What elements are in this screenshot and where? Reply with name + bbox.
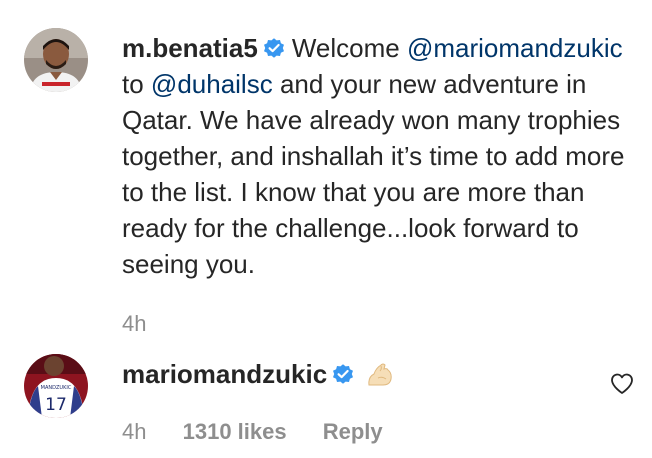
username[interactable]: mariomandzukic (122, 359, 327, 389)
profile-photo-icon: MANDZUKIC 17 (24, 354, 88, 418)
timestamp[interactable]: 4h (122, 311, 146, 336)
timestamp[interactable]: 4h (122, 419, 146, 444)
mention-link[interactable]: @mariomandzukic (407, 33, 623, 63)
comment-meta: 4h 1310 likes Reply (122, 419, 413, 445)
username[interactable]: m.benatia5 (122, 33, 258, 63)
flexed-biceps-icon (368, 363, 392, 386)
text-segment: to (122, 69, 151, 99)
verified-badge-icon (263, 38, 284, 58)
comment-meta: 4h (122, 311, 176, 337)
mention-link[interactable]: @duhailsc (151, 69, 273, 99)
jersey-number: 17 (45, 395, 67, 415)
verified-badge-icon (333, 364, 354, 384)
text-segment: Welcome (291, 33, 407, 63)
jersey-name: MANDZUKIC (41, 385, 72, 391)
profile-photo-icon (24, 28, 88, 92)
likes-count[interactable]: 1310 likes (183, 419, 287, 444)
comment-text: mariomandzukic (122, 356, 637, 392)
avatar-benatia[interactable] (24, 28, 88, 92)
reply-button[interactable]: Reply (323, 419, 383, 444)
avatar-mandzukic[interactable]: MANDZUKIC 17 (24, 354, 88, 418)
comment-text: m.benatia5 Welcome @mariomandzukic to @du… (122, 30, 637, 282)
text-segment: and your new adventure in Qatar. We have… (122, 69, 625, 279)
heart-outline-icon[interactable] (609, 371, 635, 397)
